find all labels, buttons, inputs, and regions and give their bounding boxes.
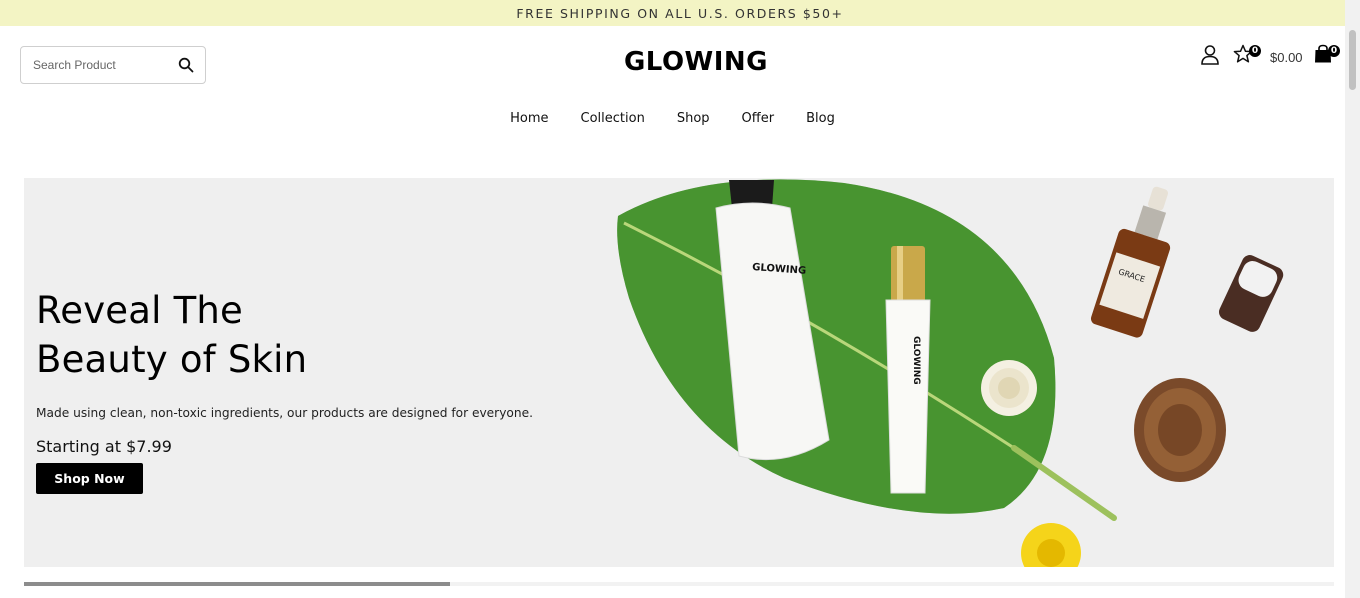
hero-title-line-1: Reveal The bbox=[36, 289, 243, 332]
cart-total[interactable]: $0.00 bbox=[1270, 50, 1303, 65]
hero-starting-price: Starting at $7.99 bbox=[36, 437, 172, 456]
small-jar bbox=[1219, 255, 1284, 332]
slider-progress bbox=[24, 582, 1334, 586]
announcement-bar: FREE SHIPPING ON ALL U.S. ORDERS $50+ bbox=[0, 0, 1360, 26]
scrollbar-thumb[interactable] bbox=[1349, 30, 1356, 90]
hero-subtitle: Made using clean, non-toxic ingredients,… bbox=[36, 406, 533, 420]
search-box[interactable] bbox=[20, 46, 206, 84]
nav-home[interactable]: Home bbox=[494, 111, 564, 126]
shop-now-button[interactable]: Shop Now bbox=[36, 463, 143, 494]
white-flower bbox=[981, 360, 1037, 416]
nav-blog[interactable]: Blog bbox=[790, 111, 851, 126]
hero-title: Reveal The Beauty of Skin bbox=[36, 286, 307, 384]
serum-tube-product: GLOWING bbox=[885, 246, 931, 494]
search-icon[interactable] bbox=[178, 57, 194, 73]
slider-progress-fill bbox=[24, 582, 450, 586]
leaf-illustration bbox=[617, 179, 1117, 521]
hero-title-line-2: Beauty of Skin bbox=[36, 338, 308, 381]
hero-banner: Reveal The Beauty of Skin Made using cle… bbox=[24, 178, 1334, 567]
announcement-text: FREE SHIPPING ON ALL U.S. ORDERS $50+ bbox=[516, 5, 844, 21]
nav-offer[interactable]: Offer bbox=[726, 111, 791, 126]
yellow-flower bbox=[1021, 523, 1081, 567]
user-icon[interactable] bbox=[1200, 44, 1220, 66]
nav-shop[interactable]: Shop bbox=[661, 111, 726, 126]
search-input[interactable] bbox=[21, 50, 171, 80]
wishlist-count-badge: 0 bbox=[1249, 45, 1261, 57]
nav-collection[interactable]: Collection bbox=[565, 111, 661, 126]
main-nav: Home Collection Shop Offer Blog bbox=[0, 111, 1345, 126]
page-scrollbar[interactable] bbox=[1345, 0, 1360, 598]
pine-cone bbox=[1134, 378, 1226, 482]
site-logo[interactable]: GLOWING bbox=[600, 47, 792, 77]
cart-count-badge: 0 bbox=[1328, 45, 1340, 57]
hero-product-image: GLOWING GLOWING GRACE bbox=[617, 179, 1284, 567]
serum-brand-label: GLOWING bbox=[911, 336, 921, 385]
amber-dropper-bottle: GRACE bbox=[1090, 186, 1171, 338]
